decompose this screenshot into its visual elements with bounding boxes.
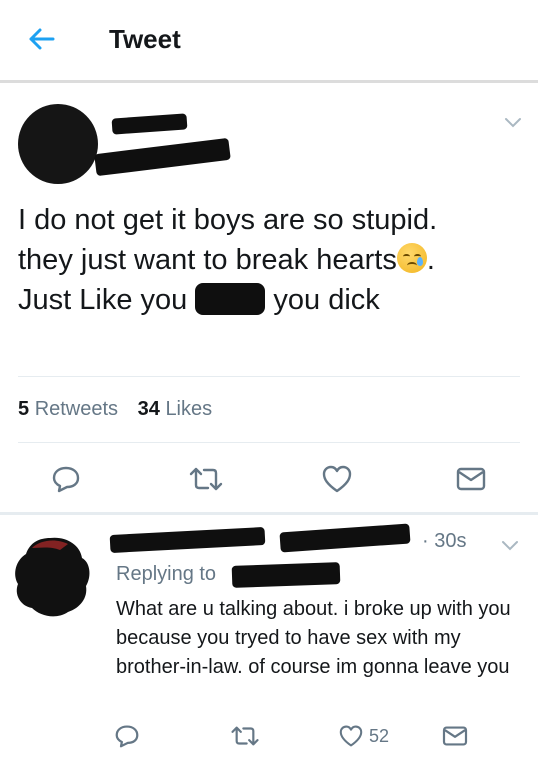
page-title: Tweet [109,24,181,54]
reply-icon [115,725,139,748]
replying-to: Replying to [116,563,216,586]
message-button[interactable] [454,463,488,495]
like-button[interactable] [320,462,354,496]
message-icon [456,467,486,491]
divider [18,376,520,377]
likes-stat[interactable]: 34 Likes [138,398,213,420]
tweet-stats: 5 Retweets 34 Likes [18,398,226,421]
retweet-button[interactable] [228,723,262,749]
tweet-text-line-2: they just want to break hearts [18,244,397,276]
header-divider [0,80,538,83]
top-bar: Tweet [0,0,538,80]
like-icon [322,465,352,493]
message-button[interactable] [440,723,470,749]
chevron-down-icon[interactable] [503,116,523,130]
reply-timestamp: · 30s [422,530,467,552]
tweet-text-line-1: I do not get it boys are so stupid. [18,204,438,236]
redacted-display-name [111,113,188,135]
reply-icon [52,466,80,493]
tweet-text-line-2-end: . [426,244,435,276]
chevron-down-icon[interactable] [500,539,520,553]
reply-button[interactable] [48,462,84,496]
like-button[interactable]: 52 [334,722,394,750]
crying-face-emoji-icon [396,243,427,273]
tweet-text-line-3-end: you dick [265,284,380,316]
like-icon [339,725,363,747]
reply-avatar[interactable] [10,532,94,620]
avatar[interactable] [18,104,98,184]
replying-to-label: Replying to [116,563,217,585]
like-count: 52 [368,725,390,746]
tweet-text-line-3-start: Just Like you [18,284,196,316]
back-arrow-icon[interactable] [26,24,56,54]
redacted-display-name [109,526,266,554]
redacted-word [195,283,266,315]
tweet-text: I do not get it boys are so stupid. they… [18,200,523,320]
message-icon [442,726,468,746]
redacted-mention[interactable] [231,562,341,588]
reply-text: What are u talking about. i broke up wit… [116,598,511,678]
retweet-icon [231,726,259,746]
redacted-username [94,137,231,177]
redacted-username [279,523,411,553]
divider [18,442,520,443]
retweet-icon [189,467,223,491]
thread-divider [0,512,538,515]
reply-button[interactable] [112,722,142,750]
retweets-stat[interactable]: 5 Retweets [18,398,118,420]
retweet-button[interactable] [186,463,226,495]
